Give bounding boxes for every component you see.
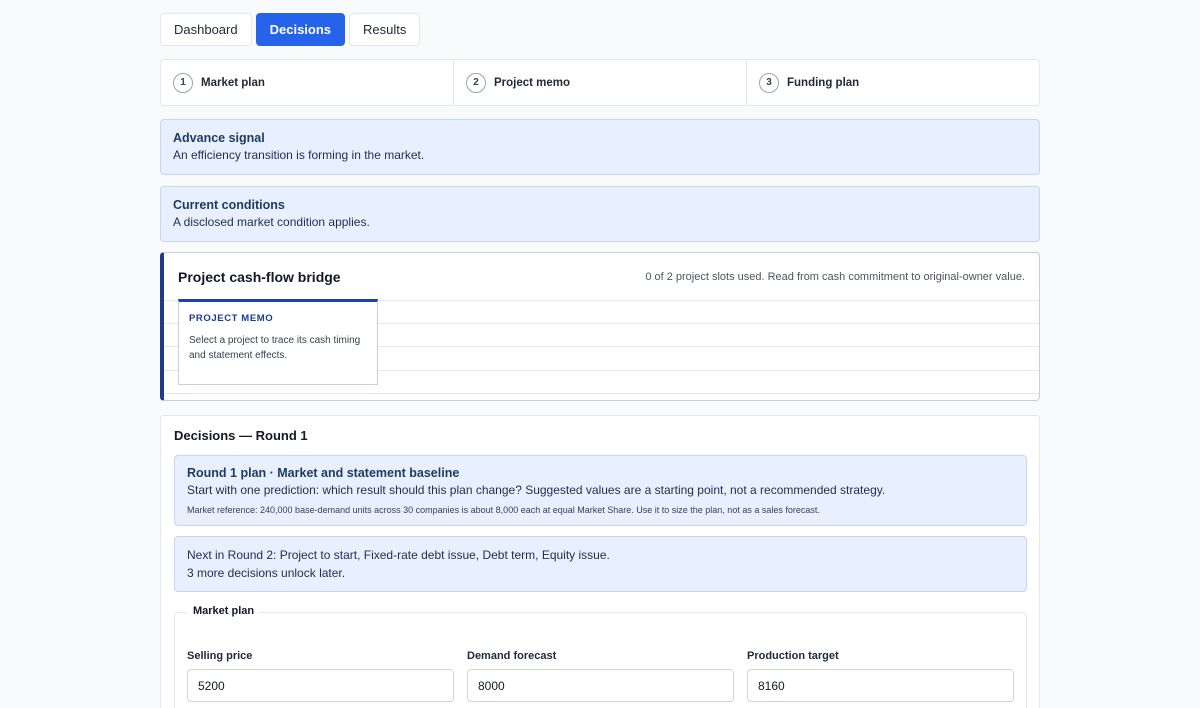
bridge-title: Project cash-flow bridge <box>178 269 341 285</box>
step-number: 2 <box>466 72 486 93</box>
market-plan-fieldset: Market plan Selling price Demand forecas… <box>174 605 1027 708</box>
next-round-box: Next in Round 2: Project to start, Fixed… <box>174 536 1027 592</box>
advance-signal-text: An efficiency transition is forming in t… <box>173 148 425 162</box>
field-label: Selling price <box>187 650 253 662</box>
next-round-text: Next in Round 2: Project to start, Fixed… <box>187 548 610 562</box>
tab-decisions[interactable]: Decisions <box>255 13 346 46</box>
project-cash-flow-bridge: Project cash-flow bridge 0 of 2 project … <box>160 252 1040 401</box>
step-label: Funding plan <box>787 76 860 89</box>
production-target-field: Production target <box>747 650 1014 702</box>
step-market-plan[interactable]: 1 Market plan <box>161 60 454 105</box>
step-project-memo[interactable]: 2 Project memo <box>454 60 747 105</box>
advance-signal-title: Advance signal <box>173 131 265 145</box>
step-funding-plan[interactable]: 3 Funding plan <box>747 60 1039 105</box>
tab-dashboard[interactable]: Dashboard <box>160 13 252 46</box>
step-label: Project memo <box>494 76 571 89</box>
bridge-row-line <box>164 393 1039 394</box>
field-label: Production target <box>747 650 839 662</box>
demand-forecast-input[interactable] <box>467 669 734 702</box>
market-reference-text: Market reference: 240,000 base-demand un… <box>187 505 820 515</box>
step-label: Market plan <box>201 76 265 89</box>
current-conditions-text: A disclosed market condition applies. <box>173 215 370 229</box>
advance-signal-notice: Advance signal An efficiency transition … <box>160 119 1040 175</box>
round-plan-title: Round 1 plan · Market and statement base… <box>187 466 460 480</box>
step-number: 3 <box>759 72 779 93</box>
unlock-note: 3 more decisions unlock later. <box>187 566 346 580</box>
decision-stepper: 1 Market plan 2 Project memo 3 Funding p… <box>160 59 1040 106</box>
round-plan-text: Start with one prediction: which result … <box>187 483 886 497</box>
fieldset-legend: Market plan <box>187 605 261 617</box>
current-conditions-title: Current conditions <box>173 198 285 212</box>
decisions-panel: Decisions — Round 1 Round 1 plan · Marke… <box>160 415 1040 708</box>
current-conditions-notice: Current conditions A disclosed market co… <box>160 186 1040 242</box>
step-number: 1 <box>173 72 193 93</box>
demand-forecast-field: Demand forecast <box>467 650 734 702</box>
main-tabs: Dashboard Decisions Results <box>160 13 421 46</box>
field-label: Demand forecast <box>467 650 557 662</box>
round-plan-box: Round 1 plan · Market and statement base… <box>174 455 1027 526</box>
project-memo-card: PROJECT MEMO Select a project to trace i… <box>178 299 378 385</box>
production-target-input[interactable] <box>747 669 1014 702</box>
tab-results[interactable]: Results <box>349 13 421 46</box>
bridge-status: 0 of 2 project slots used. Read from cas… <box>645 271 1025 283</box>
memo-label: PROJECT MEMO <box>189 313 274 324</box>
decisions-title: Decisions — Round 1 <box>174 428 308 443</box>
memo-text: Select a project to trace its cash timin… <box>189 335 361 361</box>
selling-price-field: Selling price <box>187 650 454 702</box>
selling-price-input[interactable] <box>187 669 454 702</box>
